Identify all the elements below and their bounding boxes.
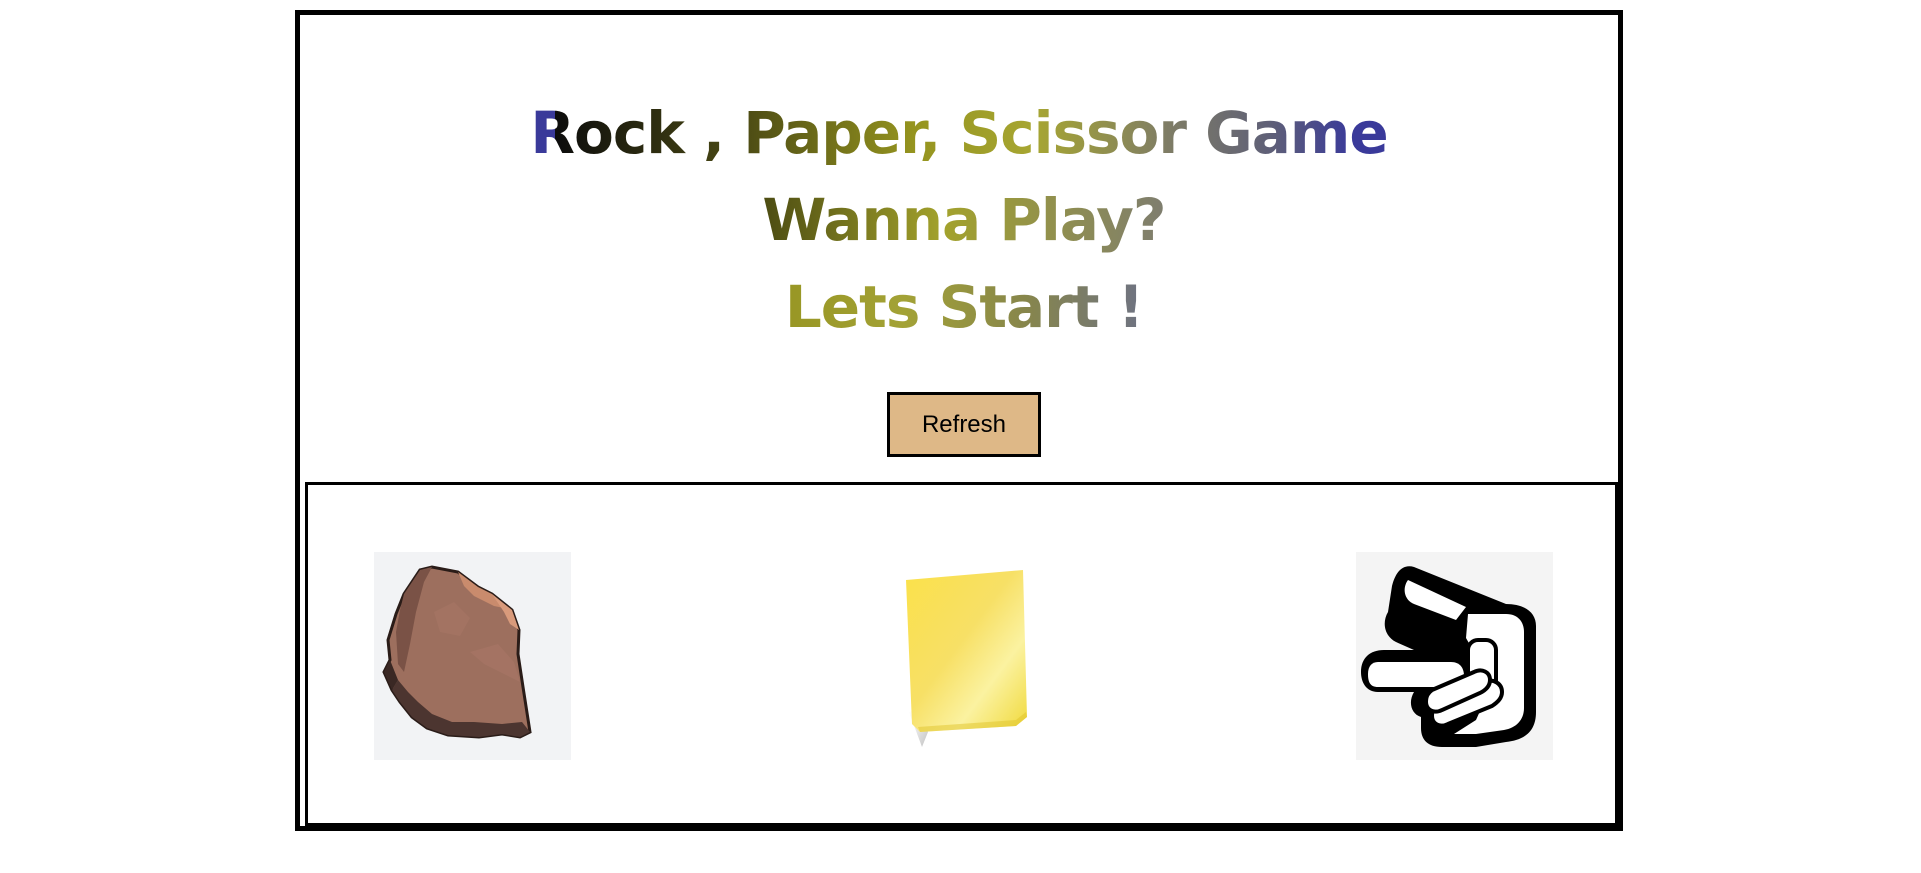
choice-panel	[305, 482, 1618, 826]
game-subtitle: Wanna Play?	[754, 180, 1174, 260]
scissor-hand-icon	[1361, 566, 1536, 747]
rock-choice[interactable]	[374, 552, 571, 760]
refresh-button[interactable]: Refresh	[887, 392, 1041, 457]
game-title: Rock , Paper, Scissor Game	[300, 93, 1618, 173]
sticky-paper-icon	[906, 570, 1027, 747]
scissor-choice[interactable]	[1356, 552, 1553, 760]
game-prompt: Lets Start !	[764, 267, 1164, 347]
rock-icon	[382, 565, 532, 739]
paper-choice[interactable]	[898, 552, 1095, 760]
game-frame: Rock , Paper, Scissor Game Wanna Play? L…	[295, 10, 1623, 831]
